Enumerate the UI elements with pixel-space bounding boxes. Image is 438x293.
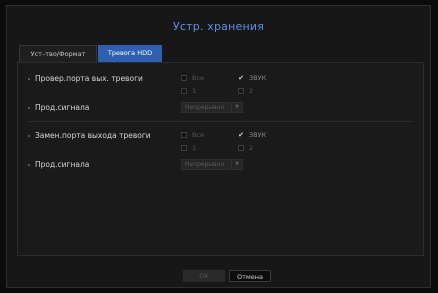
checkbox-box[interactable] [181,132,187,138]
section-divider [28,121,413,122]
ok-button[interactable]: OK [183,270,225,282]
check-alarm-out-label: Провер.порта вых. тревоги [28,74,143,83]
checkbox-box[interactable] [238,145,244,151]
checkbox-box[interactable] [238,88,244,94]
select-value: Непрерывно [185,104,225,111]
bullet-icon [28,107,30,109]
checkbox-sound-2[interactable]: ✔ ЗВУК [238,131,266,140]
checkbox-out1-1[interactable]: 1 [181,87,196,96]
check-mark-icon[interactable]: ✔ [238,132,244,139]
chevron-down-icon[interactable]: ▼ [231,160,242,169]
replace-alarm-out-label: Замен.порта выхода тревоги [28,131,151,140]
signal-duration-select-2[interactable]: Непрерывно ▼ [181,159,243,170]
storage-dialog: Устр. хранения Уст–тво/Формат Тревога HD… [6,5,431,288]
checkbox-all-2[interactable]: Все [181,131,204,140]
bullet-icon [28,78,30,80]
signal-duration-label-1: Прод.сигнала [28,103,89,112]
checkbox-box[interactable] [181,88,187,94]
hdd-alarm-panel: Провер.порта вых. тревоги Все ✔ ЗВУК 1 2 … [17,62,424,256]
checkbox-all-1[interactable]: Все [181,74,204,83]
dialog-title: Устр. хранения [172,20,265,33]
tab-device-format[interactable]: Уст–тво/Формат [19,45,97,62]
checkbox-box[interactable] [181,145,187,151]
select-value: Непрерывно [185,161,225,168]
checkbox-box[interactable] [181,75,187,81]
cancel-button[interactable]: Отмена [229,270,271,282]
bullet-icon [28,135,30,137]
checkbox-out2-2[interactable]: 2 [238,144,253,153]
tab-hdd-alarm[interactable]: Тревога HDD [98,45,162,62]
checkbox-out2-1[interactable]: 2 [238,87,253,96]
signal-duration-select-1[interactable]: Непрерывно ▼ [181,102,243,113]
check-mark-icon[interactable]: ✔ [238,75,244,82]
bullet-icon [28,164,30,166]
checkbox-out1-2[interactable]: 1 [181,144,196,153]
chevron-down-icon[interactable]: ▼ [231,103,242,112]
signal-duration-label-2: Прод.сигнала [28,160,89,169]
checkbox-sound-1[interactable]: ✔ ЗВУК [238,74,266,83]
